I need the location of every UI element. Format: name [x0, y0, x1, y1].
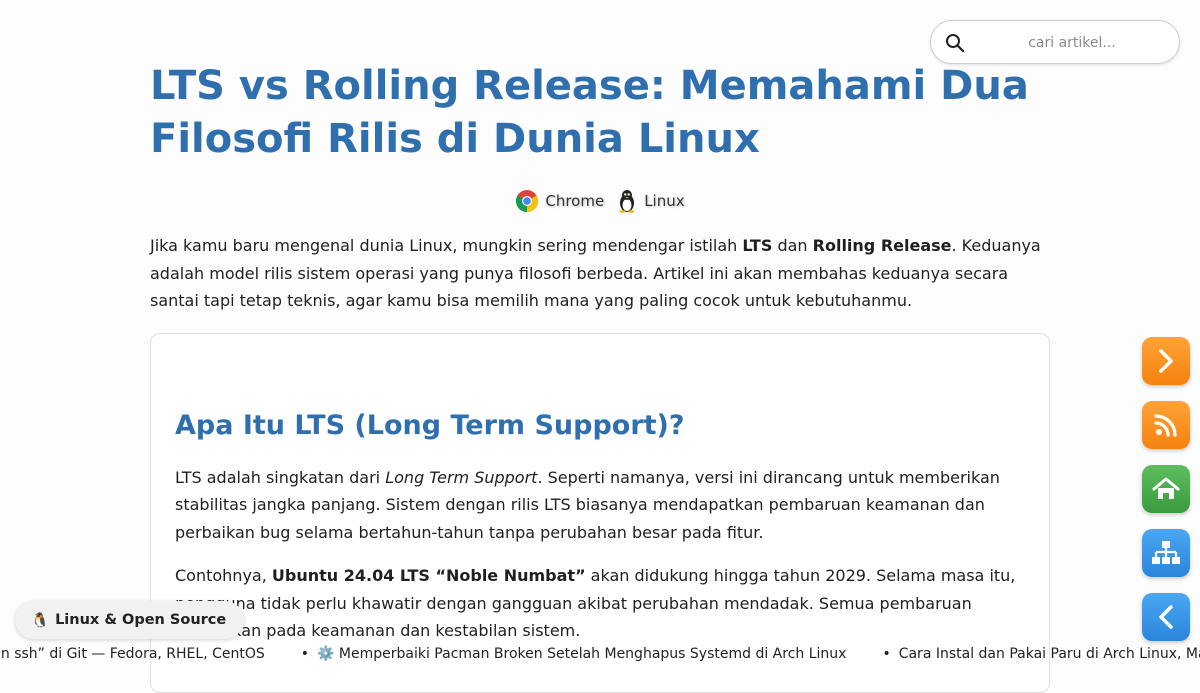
linux-penguin-icon [619, 190, 635, 213]
platform-label: Linux [644, 192, 685, 210]
ticker-text: Cara Instal dan Pakai Paru di Arch Linux… [898, 646, 1200, 662]
ticker-track: un ssh” di Git — Fedora, RHEL, CentOS • ⚙… [0, 646, 1200, 662]
paragraph-italic: Long Term Support [385, 467, 538, 487]
content-card: Apa Itu LTS (Long Term Support)? LTS ada… [150, 332, 1050, 693]
bullet-icon: • [882, 646, 891, 662]
penguin-icon: 🐧 [31, 612, 50, 629]
intro-text: dan [772, 236, 813, 255]
platform-linux: Linux [616, 189, 685, 213]
sitemap-icon [1152, 541, 1180, 564]
platform-list: Chrome Linux [150, 188, 1050, 214]
platform-chrome: Chrome [515, 189, 604, 213]
rss-feed-button[interactable] [1142, 401, 1190, 449]
intro-bold-lts: LTS [742, 236, 773, 255]
section-heading: Apa Itu LTS (Long Term Support)? [175, 409, 685, 441]
paragraph-text: Contohnya, [175, 566, 272, 585]
home-button[interactable] [1142, 465, 1190, 513]
intro-bold-rolling: Rolling Release [812, 236, 952, 255]
next-article-button[interactable] [1142, 337, 1190, 385]
bullet-icon: • [300, 646, 310, 662]
ticker-text: ⚙️ Memperbaiki Pacman Broken Setelah Men… [317, 646, 847, 662]
section-paragraph: LTS adalah singkatan dari Long Term Supp… [175, 464, 1025, 547]
ticker-text: un ssh” di Git — Fedora, RHEL, CentOS [0, 646, 265, 662]
paragraph-text: LTS adalah singkatan dari [175, 467, 386, 487]
rss-icon [1154, 414, 1177, 437]
previous-article-button[interactable] [1142, 593, 1190, 641]
intro-text: Jika kamu baru mengenal dunia Linux, mun… [150, 236, 743, 255]
platform-label: Chrome [545, 192, 605, 210]
ticker-item[interactable]: • ⚙️ Memperbaiki Pacman Broken Setelah Me… [301, 646, 847, 662]
search-box[interactable] [930, 20, 1180, 64]
section-paragraph: Contohnya, Ubuntu 24.04 LTS “Noble Numba… [175, 562, 1025, 645]
chevron-right-icon [1159, 349, 1173, 373]
ticker-item[interactable]: • Cara Instal dan Pakai Paru di Arch Linu… [882, 646, 1200, 662]
news-ticker: un ssh” di Git — Fedora, RHEL, CentOS • ⚙… [0, 644, 1200, 666]
chrome-icon [516, 190, 539, 212]
article-intro: Jika kamu baru mengenal dunia Linux, mun… [150, 232, 1050, 315]
search-icon [946, 34, 965, 53]
category-label: Linux & Open Source [55, 612, 227, 628]
home-icon [1152, 477, 1180, 499]
article-title: LTS vs Rolling Release: Memahami Dua Fil… [150, 63, 1029, 162]
ticker-item[interactable]: un ssh” di Git — Fedora, RHEL, CentOS [0, 646, 265, 662]
article: LTS vs Rolling Release: Memahami Dua Fil… [150, 60, 1050, 693]
paragraph-bold: Ubuntu 24.04 LTS “Noble Numbat” [271, 566, 586, 585]
chevron-left-icon [1159, 605, 1173, 629]
sitemap-button[interactable] [1142, 529, 1190, 577]
category-badge[interactable]: 🐧 Linux & Open Source [15, 601, 245, 639]
search-input[interactable] [975, 29, 1169, 57]
